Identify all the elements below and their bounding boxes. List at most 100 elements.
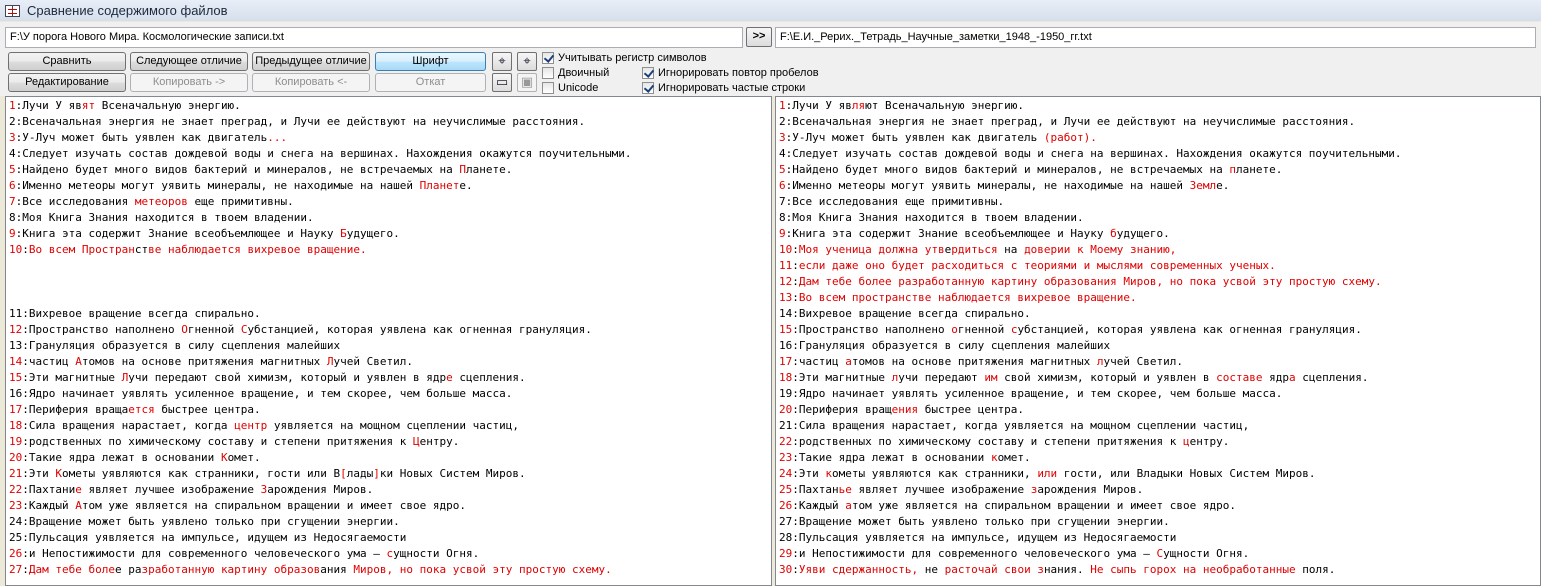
diff-line[interactable]: 3:У-Луч может быть уявлен как двигатель …: [776, 130, 1540, 146]
diff-line[interactable]: 11:если даже оно будет расходиться с тео…: [776, 258, 1540, 274]
checkbox-unicode-mark[interactable]: [542, 82, 554, 94]
diff-line[interactable]: 5:Найдено будет много видов бактерий и м…: [776, 162, 1540, 178]
right-file-path-input[interactable]: F:\Е.И._Рерих._Тетрадь_Научные_заметки_1…: [775, 27, 1536, 48]
diff-line[interactable]: 20:Такие ядра лежат в основании Комет.: [6, 450, 771, 466]
diff-line[interactable]: 12:Дам тебе более разработанную картину …: [776, 274, 1540, 290]
diff-line[interactable]: 17:частиц атомов на основе притяжения ма…: [776, 354, 1540, 370]
prev-diff-button[interactable]: Предыдущее отличие: [252, 52, 370, 71]
diff-line[interactable]: 26:и Непостижимости для современного чел…: [6, 546, 771, 562]
diff-line[interactable]: 22:родственных по химическому составу и …: [776, 434, 1540, 450]
line-number: 9: [779, 227, 786, 240]
diff-line[interactable]: 17:Периферия вращается быстрее центра.: [6, 402, 771, 418]
diff-line[interactable]: 25:Пахтанье являет лучшее изображение за…: [776, 482, 1540, 498]
diff-line[interactable]: 15:Пространство наполнено огненной субст…: [776, 322, 1540, 338]
diff-line[interactable]: 12:Пространство наполнено Огненной Субст…: [6, 322, 771, 338]
case-sensitive-checkbox[interactable]: Учитывать регистр символов: [542, 51, 707, 65]
diff-line[interactable]: 16:Ядро начинает уявлять усиленное враще…: [6, 386, 771, 402]
diff-line[interactable]: 20:Периферия вращения быстрее центра.: [776, 402, 1540, 418]
ignore-spaces-checkbox[interactable]: Игнорировать повтор пробелов: [642, 66, 819, 80]
save-disk-icon[interactable]: ▣: [517, 73, 537, 92]
diff-line[interactable]: 13:Во всем пространстве наблюдается вихр…: [776, 290, 1540, 306]
diff-line[interactable]: 4:Следует изучать состав дождевой воды и…: [6, 146, 771, 162]
undo-button[interactable]: Откат: [375, 73, 486, 92]
diff-line[interactable]: 9:Книга эта содержит Знание всеобъемлюще…: [6, 226, 771, 242]
diff-line[interactable]: 2:Всеначальная энергия не знает преград,…: [6, 114, 771, 130]
diff-line[interactable]: 14:Вихревое вращение всегда спирально.: [776, 306, 1540, 322]
diff-line[interactable]: 10:Во всем Пространстве наблюдается вихр…: [6, 242, 771, 258]
diff-line[interactable]: 25:Пульсация уявляется на импульсе, идущ…: [6, 530, 771, 546]
diff-segment: Не сыпь горох на необработанные: [1090, 563, 1296, 576]
unicode-checkbox[interactable]: Unicode: [542, 81, 598, 95]
diff-segment: К: [55, 467, 62, 480]
diff-line[interactable]: 8:Моя Книга Знания находится в твоем вла…: [776, 210, 1540, 226]
diff-line[interactable]: [6, 258, 771, 274]
text-segment: Пахтани: [28, 483, 76, 496]
find-binoculars-icon[interactable]: ⌖: [492, 52, 512, 71]
diff-line[interactable]: 6:Именно метеоры могут уявить минералы, …: [776, 178, 1540, 194]
diff-line[interactable]: [6, 290, 771, 306]
text-segment: являет лучшее изображение: [81, 483, 261, 496]
copy-left-button[interactable]: Копировать <-: [252, 73, 370, 92]
diff-line[interactable]: 19:родственных по химическому составу и …: [6, 434, 771, 450]
diff-line[interactable]: 7:Все исследования еще примитивны.: [776, 194, 1540, 210]
diff-line[interactable]: 9:Книга эта содержит Знание всеобъемлюще…: [776, 226, 1540, 242]
diff-line[interactable]: 5:Найдено будет много видов бактерий и м…: [6, 162, 771, 178]
diff-segment: А: [75, 499, 82, 512]
ignore-frequent-label: Игнорировать частые строки: [658, 82, 806, 94]
diff-line[interactable]: 16:Грануляция образуется в силу сцеплени…: [776, 338, 1540, 354]
checkbox-frequent-mark[interactable]: [642, 82, 654, 94]
diff-line[interactable]: 1:Лучи У являют Всеначальную энергию.: [776, 98, 1540, 114]
diff-line[interactable]: 18:Эти магнитные лучи передают им свой х…: [776, 370, 1540, 386]
diff-line[interactable]: 28:Пульсация уявляется на импульсе, идущ…: [776, 530, 1540, 546]
diff-line[interactable]: 1:Лучи У явят Всеначальную энергию.: [6, 98, 771, 114]
copy-right-button[interactable]: Копировать ->: [130, 73, 248, 92]
diff-line[interactable]: 2:Всеначальная энергия не знает преград,…: [776, 114, 1540, 130]
text-segment: арождения Миров.: [267, 483, 374, 496]
edit-button[interactable]: Редактирование: [8, 73, 126, 92]
diff-line[interactable]: 21:Эти Кометы уявляются как странники, г…: [6, 466, 771, 482]
diff-line[interactable]: 7:Все исследования метеоров еще примитив…: [6, 194, 771, 210]
diff-line[interactable]: 29:и Непостижимости для современного чел…: [776, 546, 1540, 562]
next-diff-button[interactable]: Следующее отличие: [130, 52, 248, 71]
diff-segment: ]: [373, 467, 380, 480]
compare-button[interactable]: Сравнить: [8, 52, 126, 71]
checkbox-binary-mark[interactable]: [542, 67, 554, 79]
ignore-frequent-checkbox[interactable]: Игнорировать частые строки: [642, 81, 805, 95]
diff-line[interactable]: 27:Вращение может быть уявлено только пр…: [776, 514, 1540, 530]
diff-line[interactable]: [6, 274, 771, 290]
left-file-path-input[interactable]: F:\У порога Нового Мира. Космологические…: [5, 27, 743, 48]
diff-line[interactable]: 24:Вращение может быть уявлено только пр…: [6, 514, 771, 530]
line-number: 26: [779, 499, 793, 512]
find-next-binoculars-icon[interactable]: ⌖: [517, 52, 537, 71]
swap-files-button[interactable]: >>: [746, 27, 772, 47]
diff-line[interactable]: 4:Следует изучать состав дождевой воды и…: [776, 146, 1540, 162]
left-text-pane[interactable]: 1:Лучи У явят Всеначальную энергию. 2:Все…: [5, 96, 772, 586]
diff-line[interactable]: 19:Ядро начинает уявлять усиленное враще…: [776, 386, 1540, 402]
window-layout-icon[interactable]: ▭: [492, 73, 512, 92]
diff-line[interactable]: 21:Сила вращения нарастает, когда уявляе…: [776, 418, 1540, 434]
diff-line[interactable]: 22:Пахтание являет лучшее изображение За…: [6, 482, 771, 498]
diff-line[interactable]: 11:Вихревое вращение всегда спирально.: [6, 306, 771, 322]
diff-line[interactable]: 23:Такие ядра лежат в основании комет.: [776, 450, 1540, 466]
diff-line[interactable]: 18:Сила вращения нарастает, когда центр …: [6, 418, 771, 434]
checkbox-spaces-mark[interactable]: [642, 67, 654, 79]
diff-segment: ье: [838, 483, 852, 496]
diff-line[interactable]: 6:Именно метеоры могут уявить минералы, …: [6, 178, 771, 194]
diff-line[interactable]: 8:Моя Книга Знания находится в твоем вла…: [6, 210, 771, 226]
diff-line[interactable]: 23:Каждый Атом уже является на спирально…: [6, 498, 771, 514]
right-text-pane[interactable]: 1:Лучи У являют Всеначальную энергию. 2:В…: [775, 96, 1541, 586]
diff-line[interactable]: 30:Уяви сдержанность, не расточай свои з…: [776, 562, 1540, 578]
font-button[interactable]: Шрифт: [375, 52, 486, 71]
checkbox-case-mark[interactable]: [542, 52, 554, 64]
diff-line[interactable]: 14:частиц Атомов на основе притяжения ма…: [6, 354, 771, 370]
diff-line[interactable]: 13:Грануляция образуется в силу сцеплени…: [6, 338, 771, 354]
diff-line[interactable]: 24:Эти кометы уявляются как странники, и…: [776, 466, 1540, 482]
binary-checkbox[interactable]: Двоичный: [542, 66, 609, 80]
diff-line[interactable]: 27:Дам тебе более разработанную картину …: [6, 562, 771, 578]
diff-line[interactable]: 3:У-Луч может быть уявлен как двигатель.…: [6, 130, 771, 146]
text-segment: не: [924, 563, 945, 576]
diff-line[interactable]: 26:Каждый атом уже является на спирально…: [776, 498, 1540, 514]
diff-line[interactable]: 10:Моя ученица должна утвердиться на дов…: [776, 242, 1540, 258]
ignore-spaces-label: Игнорировать повтор пробелов: [658, 67, 819, 79]
diff-line[interactable]: 15:Эти магнитные Лучи передают свой хими…: [6, 370, 771, 386]
